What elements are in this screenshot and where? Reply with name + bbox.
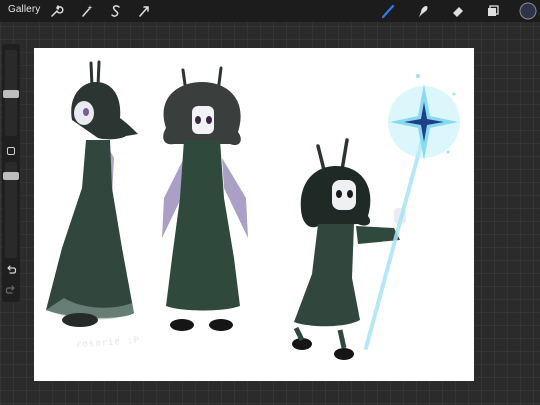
- character-side-view: [46, 60, 138, 327]
- eraser-icon: [453, 7, 463, 17]
- character-front-view: [162, 66, 248, 331]
- redo-button[interactable]: [5, 284, 17, 296]
- color-button[interactable]: [519, 2, 537, 20]
- color-swatch-icon: [519, 2, 537, 20]
- arrow-cursor-icon: [139, 6, 149, 17]
- modify-square-icon[interactable]: [7, 147, 15, 155]
- undo-button[interactable]: [5, 264, 17, 276]
- top-toolbar: Gallery: [0, 0, 540, 22]
- left-sidebar: [2, 44, 20, 302]
- glowing-star-staff: [364, 74, 460, 350]
- magic-wand-icon: [82, 5, 93, 17]
- redo-icon: [5, 285, 15, 294]
- drawing-canvas[interactable]: rosarie :P: [34, 48, 474, 381]
- layers-icon: [488, 5, 499, 16]
- opacity-thumb[interactable]: [3, 172, 19, 180]
- wrench-icon: [51, 5, 64, 17]
- eraser-button[interactable]: [450, 3, 466, 19]
- smudge-button[interactable]: [415, 3, 431, 19]
- adjustments-button[interactable]: [79, 3, 95, 19]
- layers-button[interactable]: [485, 3, 501, 19]
- transform-button[interactable]: [136, 3, 152, 19]
- undo-icon: [7, 265, 17, 274]
- gallery-button[interactable]: Gallery: [8, 4, 40, 15]
- brush-icon: [381, 4, 395, 19]
- character-with-staff: [292, 138, 406, 360]
- selection-button[interactable]: [108, 3, 124, 19]
- smudge-finger-icon: [419, 6, 428, 17]
- artwork: [46, 60, 460, 360]
- brush-button[interactable]: [380, 3, 396, 19]
- actions-button[interactable]: [48, 3, 64, 19]
- selection-s-icon: [111, 5, 120, 17]
- brush-size-thumb[interactable]: [3, 90, 19, 98]
